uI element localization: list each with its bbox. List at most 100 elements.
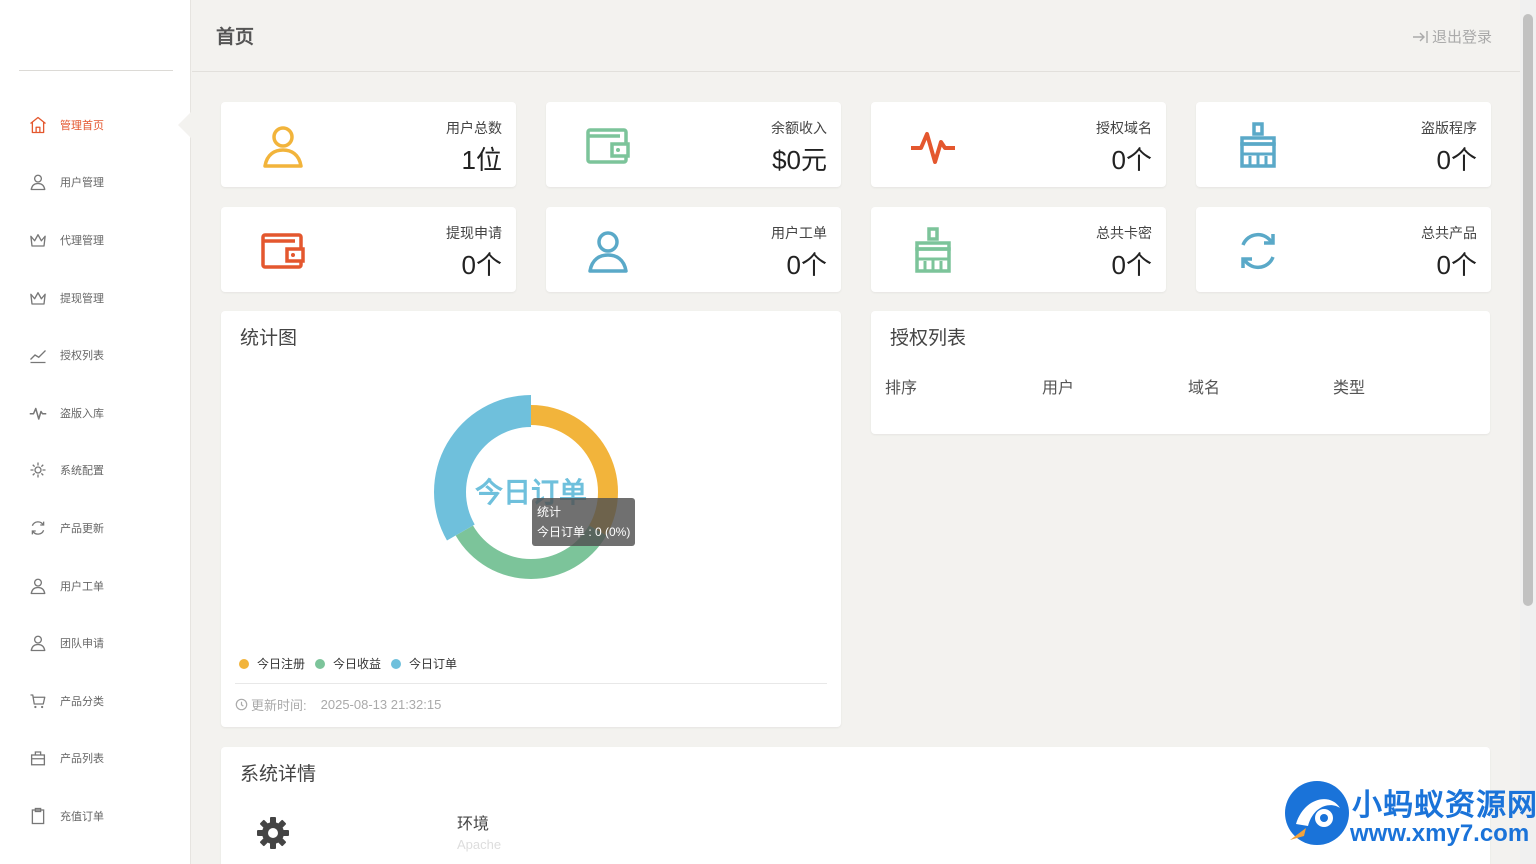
legend-label: 今日收益 [333, 657, 382, 671]
stat-card-5[interactable]: 用户工单 0个 [546, 207, 841, 292]
stat-value: 0个 [1436, 145, 1477, 175]
sidebar-item-icon [28, 633, 48, 653]
stat-icon [909, 122, 957, 170]
sidebar-item-label: 产品分类 [60, 695, 104, 708]
sidebar-item-label: 提现管理 [60, 292, 104, 305]
sidebar-item-4[interactable]: 授权列表 [0, 326, 191, 384]
crown-icon [30, 291, 46, 305]
sidebar-item-icon [28, 806, 48, 826]
sidebar-item-10[interactable]: 产品分类 [0, 672, 191, 730]
page-title: 首页 [216, 27, 255, 48]
wallet-icon [586, 128, 630, 164]
sidebar-item-9[interactable]: 团队申请 [0, 614, 191, 672]
stat-card-1[interactable]: 余额收入 $0元 [546, 102, 841, 187]
bag-icon [30, 751, 46, 766]
sidebar-item-icon [28, 172, 48, 192]
legend-item-0[interactable]: 今日注册 [239, 655, 305, 672]
stat-label: 用户总数 [446, 120, 502, 136]
stat-label: 总共卡密 [1096, 225, 1152, 241]
donut-slice-2[interactable] [434, 395, 531, 541]
user-icon [30, 635, 46, 652]
chart-legend: 今日注册 今日收益 今日订单 [239, 655, 467, 672]
sidebar-item-icon [28, 691, 48, 711]
stat-card-4[interactable]: 提现申请 0个 [221, 207, 516, 292]
sidebar-item-1[interactable]: 用户管理 [0, 154, 191, 212]
sidebar-item-5[interactable]: 盗版入库 [0, 384, 191, 442]
system-item-name: 环境 [457, 816, 490, 833]
update-info: 更新时间: 2025-08-13 21:32:15 [235, 695, 441, 714]
gear-icon [30, 462, 46, 478]
scrollbar-thumb[interactable] [1523, 14, 1533, 606]
stat-icon [1234, 227, 1282, 275]
refresh-icon [1241, 232, 1275, 270]
legend-dot [391, 658, 402, 669]
watermark-logo-icon [1285, 781, 1349, 845]
sidebar-item-icon [28, 748, 48, 768]
sidebar-item-icon [28, 460, 48, 480]
crown-icon [30, 234, 46, 247]
sidebar-item-11[interactable]: 产品列表 [0, 730, 191, 788]
scrollbar[interactable] [1520, 0, 1536, 864]
legend-item-2[interactable]: 今日订单 [391, 655, 457, 672]
update-time: 2025-08-13 21:32:15 [320, 697, 442, 712]
sidebar-item-8[interactable]: 用户工单 [0, 557, 191, 615]
sidebar-item-12[interactable]: 充值订单 [0, 787, 191, 845]
update-label: 更新时间: [251, 698, 307, 713]
sidebar: 管理首页 用户管理 代理管理 提现管理 授权列表 盗版入库 系统配置 产品更新 … [0, 0, 192, 864]
sidebar-item-2[interactable]: 代理管理 [0, 211, 191, 269]
sidebar-item-0[interactable]: 管理首页 [0, 96, 192, 154]
sidebar-item-icon [28, 576, 48, 596]
tooltip-title: 统计 [537, 505, 562, 519]
sidebar-divider [19, 70, 173, 71]
stat-card-2[interactable]: 授权域名 0个 [871, 102, 1166, 187]
legend-label: 今日订单 [409, 657, 458, 671]
gear-icon [257, 817, 289, 849]
user-icon [263, 126, 303, 168]
legend-dot [315, 658, 326, 669]
stat-value: 0个 [1436, 250, 1477, 280]
legend-label: 今日注册 [257, 657, 306, 671]
stat-card-0[interactable]: 用户总数 1位 [221, 102, 516, 187]
logout-button[interactable]: 退出登录 [1412, 26, 1492, 47]
broom-icon [1240, 122, 1276, 168]
chart-divider [235, 683, 827, 684]
legend-dot [239, 658, 249, 669]
stat-card-7[interactable]: 总共产品 0个 [1196, 207, 1491, 292]
sidebar-item-label: 充值订单 [60, 810, 104, 823]
donut-chart: 今日订单 [434, 395, 618, 579]
pulse-icon [911, 132, 955, 164]
pulse-icon [29, 407, 47, 420]
sidebar-item-3[interactable]: 提现管理 [0, 269, 191, 327]
stat-icon [584, 227, 632, 275]
stat-label: 盗版程序 [1421, 120, 1477, 136]
stat-card-3[interactable]: 盗版程序 0个 [1196, 102, 1491, 187]
sidebar-item-label: 产品更新 [60, 522, 104, 535]
sidebar-item-icon [28, 288, 48, 308]
user-icon [30, 174, 46, 191]
stat-value: 1位 [461, 145, 502, 175]
stat-label: 余额收入 [771, 120, 827, 136]
stat-icon [259, 122, 307, 170]
sidebar-item-7[interactable]: 产品更新 [0, 499, 191, 557]
stat-value: 0个 [461, 250, 502, 280]
wallet-icon [261, 233, 305, 269]
system-item-value: Apache [457, 837, 502, 852]
sidebar-item-label: 盗版入库 [60, 407, 104, 420]
stat-label: 提现申请 [446, 225, 502, 241]
stat-icon [909, 227, 957, 275]
chart-tooltip: 统计 今日订单 : 0 (0%) [532, 498, 636, 546]
sidebar-item-icon [28, 345, 48, 365]
stat-icon [259, 227, 307, 275]
stat-value: 0个 [786, 250, 827, 280]
sidebar-item-label: 系统配置 [60, 465, 104, 478]
sidebar-item-icon [28, 230, 48, 250]
watermark-url: www.xmy7.com [1350, 820, 1530, 847]
sidebar-item-label: 授权列表 [60, 350, 104, 363]
stat-card-6[interactable]: 总共卡密 0个 [871, 207, 1166, 292]
system-title: 系统详情 [240, 764, 317, 785]
sidebar-item-6[interactable]: 系统配置 [0, 442, 191, 500]
sidebar-item-icon [28, 518, 48, 538]
auth-list-title: 授权列表 [890, 328, 967, 349]
sidebar-item-label: 代理管理 [60, 234, 104, 247]
legend-item-1[interactable]: 今日收益 [315, 655, 381, 672]
